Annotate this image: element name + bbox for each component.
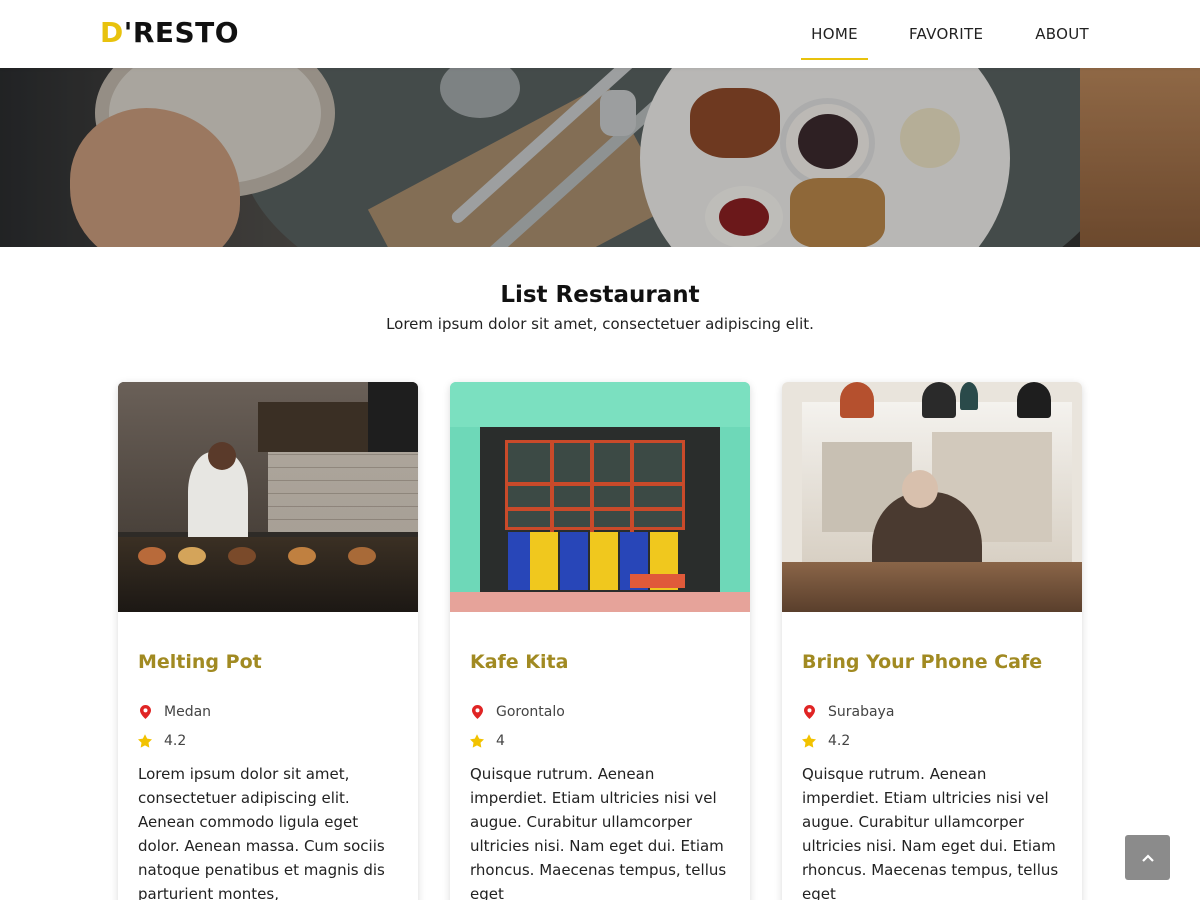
restaurant-description: Lorem ipsum dolor sit amet, consectetuer… <box>138 765 385 900</box>
restaurant-image <box>118 382 418 612</box>
restaurant-description: Quisque rutrum. Aenean imperdiet. Etiam … <box>802 765 1059 900</box>
restaurant-card[interactable]: Bring Your Phone Cafe Surabaya 4.2 Quisq… <box>782 382 1082 900</box>
restaurant-name[interactable]: Melting Pot <box>138 648 408 676</box>
restaurant-name[interactable]: Kafe Kita <box>470 648 740 676</box>
nav-item-favorite[interactable]: FAVORITE <box>898 0 994 68</box>
map-pin-icon <box>138 704 152 720</box>
restaurant-city-label: Surabaya <box>828 704 895 720</box>
restaurant-image <box>450 382 750 612</box>
restaurant-name[interactable]: Bring Your Phone Cafe <box>802 648 1072 676</box>
brand-logo-accent: D <box>100 16 124 49</box>
restaurant-card[interactable]: Melting Pot Medan 4.2 Lorem ipsum dolor … <box>118 382 418 900</box>
nav-item-home[interactable]: HOME <box>801 0 868 68</box>
restaurant-rating-label: 4 <box>496 733 505 749</box>
brand-logo-text: 'RESTO <box>123 16 240 49</box>
back-to-top-button[interactable] <box>1125 835 1170 880</box>
restaurant-rating-label: 4.2 <box>828 733 851 749</box>
main-nav: HOME FAVORITE ABOUT <box>791 0 1100 68</box>
restaurant-city: Gorontalo <box>470 702 565 722</box>
restaurant-rating: 4 <box>470 731 505 751</box>
site-header: D'RESTO HOME FAVORITE ABOUT <box>0 0 1200 68</box>
nav-item-about[interactable]: ABOUT <box>1024 0 1100 68</box>
restaurant-rating: 4.2 <box>802 731 850 751</box>
map-pin-icon <box>470 704 484 720</box>
restaurant-description: Quisque rutrum. Aenean imperdiet. Etiam … <box>470 765 727 900</box>
restaurant-city: Medan <box>138 702 211 722</box>
section-title: List Restaurant <box>500 282 700 308</box>
chevron-up-icon <box>1141 850 1154 865</box>
restaurant-city-label: Gorontalo <box>496 704 565 720</box>
star-icon <box>138 733 152 749</box>
restaurant-rating: 4.2 <box>138 731 186 751</box>
restaurant-city-label: Medan <box>164 704 212 720</box>
star-icon <box>470 733 484 749</box>
section-subtitle: Lorem ipsum dolor sit amet, consectetuer… <box>386 315 814 333</box>
restaurant-rating-label: 4.2 <box>164 733 187 749</box>
star-icon <box>802 733 816 749</box>
restaurant-image <box>782 382 1082 612</box>
brand-logo[interactable]: D'RESTO <box>100 16 239 50</box>
restaurant-city: Surabaya <box>802 702 894 722</box>
restaurant-card[interactable]: Kafe Kita Gorontalo 4 Quisque rutrum. Ae… <box>450 382 750 900</box>
hero-image <box>0 68 1200 247</box>
map-pin-icon <box>802 704 816 720</box>
